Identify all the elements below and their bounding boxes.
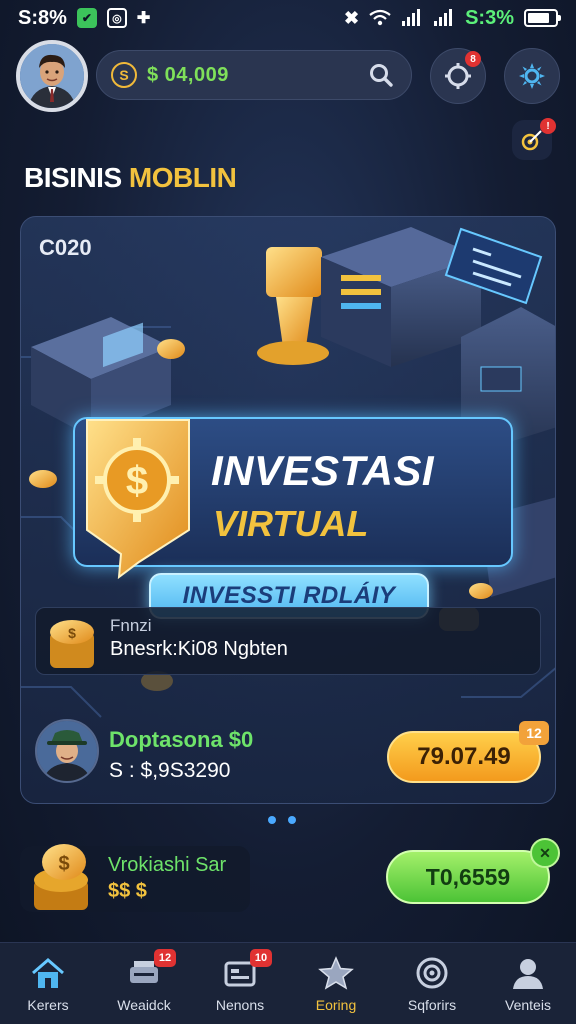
coin-stack-icon: $ <box>50 620 94 668</box>
coin-icon: S <box>111 62 137 88</box>
avatar-portrait <box>20 44 84 108</box>
battery-icon <box>524 9 561 27</box>
app-notification-icon: ✔ <box>76 8 97 28</box>
player-row: Doptasona $0 S : $,9S3290 79.07.49 12 <box>35 717 549 793</box>
quest-button[interactable]: ! <box>512 118 556 160</box>
balance-amount: $ 04,009 <box>147 63 229 86</box>
carousel-dots[interactable] <box>268 816 296 824</box>
player-balance: S : $,9S3290 <box>109 759 231 782</box>
hero-card[interactable]: C020 $ INVESTASI VIRTUAL INVESSTI RDLÁIY… <box>20 216 556 804</box>
reward-title: Vrokiashi Sar <box>108 854 227 876</box>
banner-subtitle: VIRTUAL <box>213 503 369 544</box>
nav-badge-store: 10 <box>250 949 272 967</box>
banner-title: INVESTASI <box>211 447 435 494</box>
nav-item-star[interactable]: Eoring <box>288 943 384 1024</box>
header: S $ 04,009 8 <box>16 40 560 116</box>
battery-percent: S:3% <box>465 6 514 29</box>
claim-button[interactable]: T0,6559 <box>386 850 550 904</box>
nav-item-store[interactable]: 10 Nenons <box>192 943 288 1024</box>
nav-item-target[interactable]: Sqforirs <box>384 943 480 1024</box>
signal-icon-2 <box>434 9 453 26</box>
svg-text:$: $ <box>68 625 76 641</box>
player-name: Doptasona $0 <box>109 727 254 752</box>
reward-subtitle: $$ $ <box>108 880 147 902</box>
avatar[interactable] <box>16 40 88 112</box>
home-icon <box>28 955 68 991</box>
nav-item-tools[interactable]: 12 Weaidck <box>96 943 192 1024</box>
carousel-dot-1[interactable] <box>268 816 276 824</box>
star-icon <box>316 955 356 991</box>
quest-badge: ! <box>540 118 556 134</box>
nav-label-star: Eoring <box>315 997 357 1013</box>
bottom-nav: Kerers 12 Weaidck 10 Nenons Eoring Sqfor… <box>0 942 576 1024</box>
notifications-button[interactable]: 8 <box>430 48 486 104</box>
info-label: Fnnzi <box>110 616 152 635</box>
nav-item-profile[interactable]: Venteis <box>480 943 576 1024</box>
tools-badge-icon: ✕ <box>530 838 560 868</box>
section-title-accent: MOBLIN <box>128 162 237 193</box>
whatsapp-icon: ◎ <box>106 8 127 28</box>
mute-icon: ✖ <box>344 7 360 28</box>
nav-label-target: Sqforirs <box>407 997 457 1013</box>
nav-label-profile: Venteis <box>505 997 551 1013</box>
target-icon <box>412 955 452 991</box>
nav-label-store: Nenons <box>215 997 265 1013</box>
svg-text:$: $ <box>58 853 69 875</box>
info-value: Bnesrk:Ki08 Ngbten <box>110 638 288 660</box>
nav-item-home[interactable]: Kerers <box>0 943 96 1024</box>
svg-text:$: $ <box>126 459 148 503</box>
signal-icon <box>402 9 421 26</box>
search-icon[interactable] <box>365 59 397 91</box>
dollar-gear-badge-icon: $ <box>86 419 190 580</box>
status-bar: S:8% ✔ ◎ ✚ ✖ S:3% <box>0 0 576 36</box>
collect-button[interactable]: 79.07.49 <box>387 731 541 783</box>
reward-card[interactable]: $ Vrokiashi Sar $$ $ <box>20 844 250 912</box>
status-time: S:8% <box>18 6 67 29</box>
usb-icon: ✚ <box>136 10 151 27</box>
section-title-main: BISINIS <box>24 162 129 193</box>
notification-badge: 8 <box>465 51 481 67</box>
balance-search-bar[interactable]: S $ 04,009 <box>96 50 412 100</box>
nav-label-home: Kerers <box>27 997 69 1013</box>
year-label: C020 <box>39 235 92 260</box>
nav-badge-tools: 12 <box>154 949 176 967</box>
wifi-icon <box>369 9 391 26</box>
gold-coins-icon: $ <box>34 844 88 910</box>
section-title: BISINIS MOBLIN <box>24 162 237 194</box>
nav-label-tools: Weaidck <box>117 997 171 1013</box>
gear-icon <box>519 63 545 89</box>
player-avatar[interactable] <box>35 719 99 783</box>
profile-icon <box>508 955 548 991</box>
collect-badge: 12 <box>519 721 549 745</box>
carousel-dot-2[interactable] <box>288 816 296 824</box>
settings-button[interactable] <box>504 48 560 104</box>
investment-info-row[interactable]: $ Fnnzi Bnesrk:Ki08 Ngbten <box>35 607 541 675</box>
player-portrait <box>37 721 97 781</box>
